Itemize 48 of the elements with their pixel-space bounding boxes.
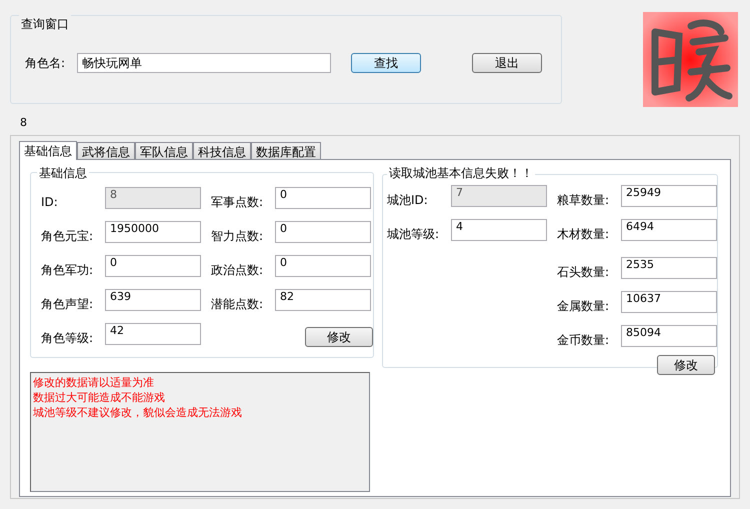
group-title: 读取城池基本信息失败！！ [387,164,535,182]
field-label: 政治点数: [211,262,264,279]
field-label: 角色军功: [41,262,94,279]
tab[interactable]: 基础信息 [19,141,77,160]
input-field[interactable]: 25949 [621,185,717,207]
input-field[interactable]: 0 [105,255,201,277]
field-label: 军事点数: [211,194,264,211]
tab[interactable]: 科技信息 [193,142,251,159]
field-label: 木材数量: [557,226,610,243]
field-label: 智力点数: [211,228,264,245]
tab[interactable]: 军队信息 [135,142,193,159]
input-field[interactable]: 82 [275,289,371,311]
field-label: 石头数量: [557,264,610,281]
input-field[interactable]: 1950000 [105,221,201,243]
input-field[interactable]: 6494 [621,219,717,241]
input-field[interactable]: 0 [275,187,371,209]
modify-button[interactable]: 修改 [305,327,373,347]
field-label: ID: [41,194,59,211]
field-label: 潜能点数: [211,296,264,313]
search-button[interactable]: 查找 [351,53,421,73]
input-field[interactable]: 42 [105,323,201,345]
group-title: 基础信息 [37,164,89,182]
field-label: 金币数量: [557,332,610,349]
field-label: 角色等级: [41,330,94,347]
input-field[interactable]: 0 [275,255,371,277]
logo-icon [643,12,738,107]
field-label: 城池等级: [387,226,440,243]
note-line: 修改的数据请以适量为准 [33,375,155,390]
field-label: 粮草数量: [557,192,610,209]
input-field[interactable]: 85094 [621,325,717,347]
field-label: 角色声望: [41,296,94,313]
id-text: 8 [20,116,27,129]
tab[interactable]: 武将信息 [77,142,135,159]
input-field[interactable]: 0 [275,221,371,243]
input-field[interactable]: 639 [105,289,201,311]
modify-button[interactable]: 修改 [657,355,715,375]
input-field[interactable]: 10637 [621,291,717,313]
exit-button[interactable]: 退出 [472,53,542,73]
field-label: 角色名: [25,55,66,72]
input-field[interactable]: 畅快玩网单 [77,53,331,73]
note-line: 城池等级不建议修改，貌似会造成无法游戏 [33,405,243,420]
input-field[interactable]: 2535 [621,257,717,279]
note-line: 数据过大可能造成不能游戏 [33,390,166,405]
tab[interactable]: 数据库配置 [251,142,321,159]
field-label: 角色元宝: [41,228,94,245]
input-field[interactable]: 4 [451,219,547,241]
field-label: 城池ID: [387,192,429,209]
field-label: 金属数量: [557,298,610,315]
